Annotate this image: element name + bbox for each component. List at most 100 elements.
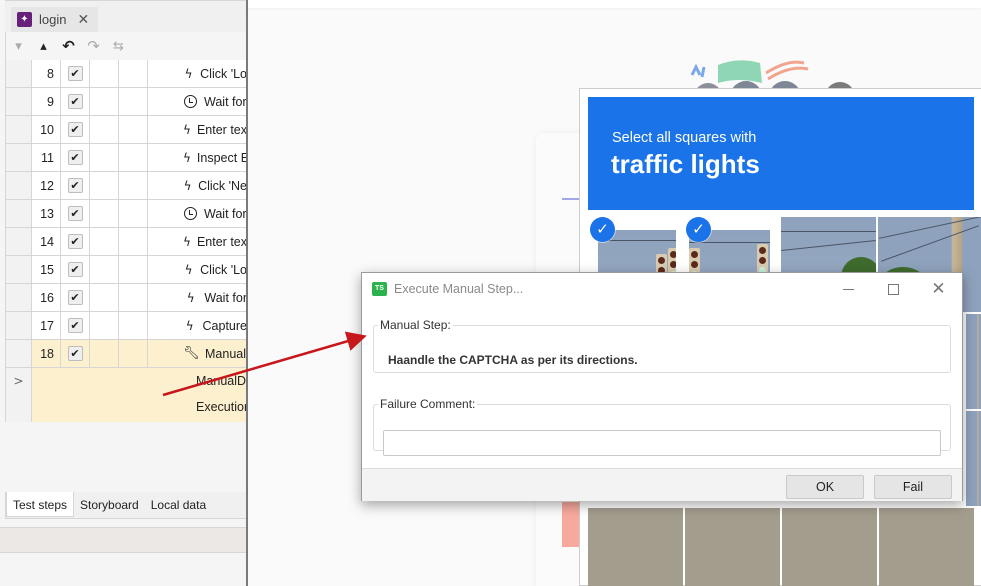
ok-button[interactable]: OK <box>786 475 864 499</box>
row-gutter[interactable] <box>6 88 32 115</box>
failure-comment-label: Failure Comment: <box>380 397 476 411</box>
step-enabled-checkbox[interactable]: ✔ <box>67 66 83 81</box>
row-gutter[interactable] <box>6 116 32 143</box>
bolt-icon: ϟ <box>184 262 193 277</box>
execute-manual-step-dialog: TS Execute Manual Step... ✕ Manual Step:… <box>361 272 963 501</box>
editor-bottom-tabs: Test steps Storyboard Local data <box>5 492 247 519</box>
captcha-tile-13[interactable] <box>588 508 683 586</box>
step-row[interactable]: 11 ✔ ϟ Inspect E <box>6 144 247 172</box>
wrench-icon: 🔧︎ <box>183 346 200 361</box>
step-text: Capture <box>202 318 247 333</box>
step-text: Enter tex <box>196 234 247 249</box>
step-row[interactable]: 17 ✔ ϟ Capture <box>6 312 247 340</box>
tile-selected-check-icon: ✓ <box>590 217 615 242</box>
tab-test-steps[interactable]: Test steps <box>6 492 75 517</box>
step-enabled-checkbox[interactable]: ✔ <box>67 290 83 305</box>
row-gutter[interactable] <box>6 228 32 255</box>
step-enabled-checkbox[interactable]: ✔ <box>67 234 83 249</box>
step-row[interactable]: 10 ✔ ϟ Enter tex <box>6 116 247 144</box>
bolt-icon: ϟ <box>183 178 192 193</box>
close-tab-icon[interactable]: ✕ <box>77 12 89 28</box>
failure-comment-input[interactable] <box>383 430 941 456</box>
module-icon[interactable]: ⇆ <box>106 35 131 57</box>
dialog-footer: OK Fail <box>362 468 962 501</box>
captcha-target: traffic lights <box>611 149 760 179</box>
testsuite-app-icon: TS <box>372 282 387 296</box>
captcha-tile-12[interactable] <box>966 411 981 506</box>
bolt-icon: ϟ <box>184 66 193 81</box>
step-text: Click 'Lo <box>200 66 247 81</box>
step-row[interactable]: 16 ✔ ϟ Wait for <box>6 284 247 312</box>
manual-step-group: Manual Step: Haandle the CAPTCHA as per … <box>373 318 951 373</box>
step-row[interactable]: 15 ✔ ϟ Click 'Lo <box>6 256 247 284</box>
step-number: 8 <box>32 60 61 87</box>
manual-step-text: Haandle the CAPTCHA as per its direction… <box>388 353 638 367</box>
step-enabled-checkbox[interactable]: ✔ <box>67 318 83 333</box>
row-gutter[interactable] <box>6 312 32 339</box>
fail-button[interactable]: Fail <box>874 475 952 499</box>
step-enabled-checkbox[interactable]: ✔ <box>67 262 83 277</box>
step-row[interactable]: 8 ✔ ϟ Click 'Lo <box>6 60 247 88</box>
captcha-instruction: Select all squares with <box>612 130 757 146</box>
step-row[interactable]: 14 ✔ ϟ Enter tex <box>6 228 247 256</box>
clock-icon <box>184 207 197 220</box>
redo-icon[interactable]: ↷ <box>81 35 106 57</box>
bolt-icon: ϟ <box>183 122 191 137</box>
test-case-icon: ✦ <box>17 12 32 27</box>
step-row[interactable]: 12 ✔ ϟ Click 'Ne <box>6 172 247 200</box>
row-gutter[interactable] <box>6 172 32 199</box>
step-number: 16 <box>32 284 61 311</box>
row-gutter[interactable] <box>6 284 32 311</box>
step-row[interactable]: 9 ✔ Wait for <box>6 88 247 116</box>
row-gutter[interactable] <box>6 256 32 283</box>
tab-local-data[interactable]: Local data <box>145 492 212 517</box>
row-gutter[interactable] <box>6 200 32 227</box>
page-header <box>248 0 981 8</box>
captcha-tile-16[interactable] <box>879 508 974 586</box>
step-enabled-checkbox[interactable]: ✔ <box>67 94 83 109</box>
step-number: 12 <box>32 172 61 199</box>
row-gutter[interactable] <box>6 60 32 87</box>
step-text: Click 'Lo <box>200 262 247 277</box>
step-enabled-checkbox[interactable]: ✔ <box>67 122 83 137</box>
step-number: 10 <box>32 116 61 143</box>
step-number: 13 <box>32 200 61 227</box>
undo-icon[interactable]: ↶ <box>56 35 81 57</box>
row-gutter[interactable] <box>6 340 32 367</box>
step-text: Inspect E <box>196 150 247 165</box>
step-enabled-checkbox[interactable]: ✔ <box>67 346 83 361</box>
step-text: Wait for <box>204 290 247 305</box>
status-strip <box>0 527 247 553</box>
manual-step-label: Manual Step: <box>380 318 451 332</box>
step-enabled-checkbox[interactable]: ✔ <box>67 150 83 165</box>
bolt-icon: ϟ <box>183 234 191 249</box>
step-row-selected[interactable]: 18 ✔ 🔧︎ Manual: <box>6 340 247 368</box>
minimize-icon[interactable] <box>826 273 871 305</box>
detail-execution: Execution <box>196 400 247 414</box>
captcha-tile-8[interactable] <box>966 314 981 409</box>
step-row[interactable]: 13 ✔ Wait for <box>6 200 247 228</box>
test-steps-grid: 8 ✔ ϟ Click 'Lo 9 ✔ Wait for 10 ✔ ϟ Ente… <box>5 60 247 422</box>
step-number: 15 <box>32 256 61 283</box>
step-enabled-checkbox[interactable]: ✔ <box>67 206 83 221</box>
step-number: 18 <box>32 340 61 367</box>
tab-storyboard[interactable]: Storyboard <box>74 492 145 517</box>
maximize-icon[interactable] <box>871 273 916 305</box>
captcha-tile-15[interactable] <box>782 508 877 586</box>
row-gutter[interactable] <box>6 144 32 171</box>
step-enabled-checkbox[interactable]: ✔ <box>67 178 83 193</box>
bolt-icon: ϟ <box>186 290 195 305</box>
move-up-icon[interactable]: ▴ <box>31 35 56 57</box>
captcha-tile-14[interactable] <box>685 508 780 586</box>
card-accent-bar <box>562 502 580 547</box>
close-icon[interactable]: ✕ <box>916 273 961 305</box>
steps-toolbar: ▾ ▴ ↶ ↷ ⇆ <box>5 32 247 60</box>
document-tab-login[interactable]: ✦ login ✕ <box>11 7 98 32</box>
dialog-titlebar[interactable]: TS Execute Manual Step... ✕ <box>362 273 962 305</box>
clock-icon <box>184 95 197 108</box>
step-number: 17 <box>32 312 61 339</box>
step-text: Wait for <box>204 206 247 221</box>
move-down-icon[interactable]: ▾ <box>6 35 31 57</box>
expand-chevron-icon[interactable]: > <box>6 368 32 422</box>
step-number: 11 <box>32 144 61 171</box>
